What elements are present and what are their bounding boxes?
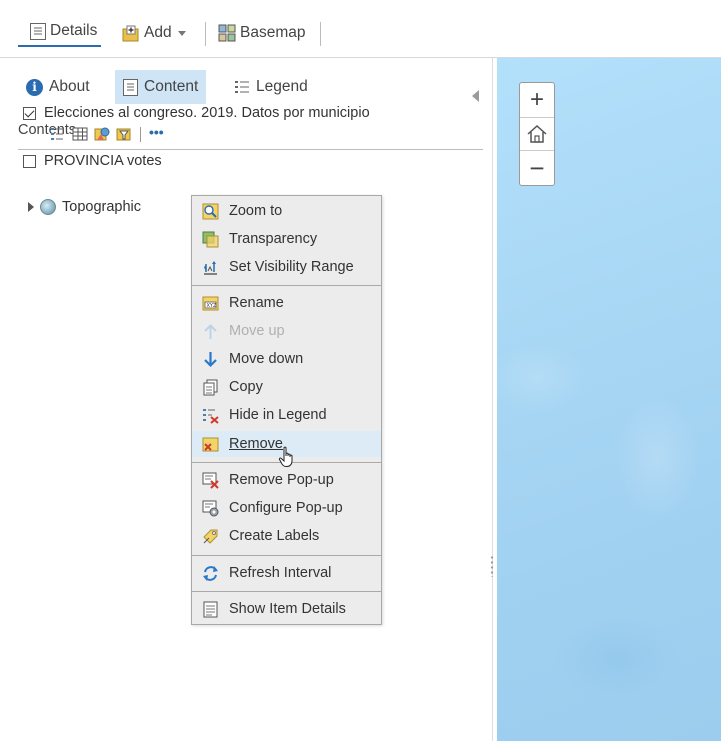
menu-item-label: Refresh Interval xyxy=(229,565,332,581)
toolbar-divider xyxy=(205,22,206,46)
menu-item-remove-popup[interactable]: Remove Pop-up xyxy=(192,467,381,493)
menu-divider xyxy=(192,285,381,286)
refresh-icon xyxy=(202,565,219,582)
change-style-icon[interactable] xyxy=(94,126,110,142)
arrow-down-icon xyxy=(202,351,219,368)
add-button[interactable]: Add xyxy=(122,20,186,46)
menu-item-label: Transparency xyxy=(229,231,318,247)
menu-item-set-visibility-range[interactable]: Set Visibility Range xyxy=(192,254,381,280)
content-icon xyxy=(123,78,138,96)
hand-pointer-icon xyxy=(278,446,298,468)
layer-name: PROVINCIA votes xyxy=(44,153,162,169)
arrow-up-icon xyxy=(202,323,219,340)
menu-item-transparency[interactable]: Transparency xyxy=(192,226,381,252)
contents-divider xyxy=(18,149,483,150)
info-icon: i xyxy=(26,78,43,96)
tab-content[interactable]: Content xyxy=(115,70,207,104)
layer-name: Topographic xyxy=(62,199,141,215)
menu-item-label: Zoom to xyxy=(229,203,283,219)
add-icon xyxy=(122,25,140,42)
menu-item-label: Move down xyxy=(229,351,304,367)
map-zoom-controls: + − xyxy=(519,82,555,186)
menu-item-copy[interactable]: Copy xyxy=(192,374,381,400)
zoom-out-button[interactable]: − xyxy=(520,151,554,185)
menu-item-label: Show Item Details xyxy=(229,601,346,617)
more-options-icon[interactable]: ••• xyxy=(149,125,164,139)
table-icon[interactable] xyxy=(72,126,88,142)
add-label: Add xyxy=(144,24,172,41)
details-label: Details xyxy=(50,22,98,39)
tab-content-label: Content xyxy=(144,78,199,95)
layer-name: Elecciones al congreso. 2019. Datos por … xyxy=(44,105,370,121)
menu-item-label: Set Visibility Range xyxy=(229,259,354,275)
create-labels-icon xyxy=(202,528,219,545)
tools-divider xyxy=(140,126,141,142)
basemap-label: Basemap xyxy=(240,24,306,41)
tab-about-label: About xyxy=(49,78,90,95)
layer-tools: ••• xyxy=(50,125,164,143)
menu-item-label: Hide in Legend xyxy=(229,407,327,423)
menu-item-refresh-interval[interactable]: Refresh Interval xyxy=(192,560,381,586)
menu-item-rename[interactable]: XYZ Rename xyxy=(192,290,381,316)
chevron-down-icon xyxy=(177,30,186,36)
menu-item-label: Create Labels xyxy=(229,528,320,544)
details-icon xyxy=(30,22,46,40)
menu-item-create-labels[interactable]: Create Labels xyxy=(192,523,381,549)
tab-legend[interactable]: Legend xyxy=(226,70,316,104)
resize-grip-icon[interactable] xyxy=(490,555,494,577)
globe-icon xyxy=(40,199,56,215)
basemap-layer-item[interactable]: Topographic xyxy=(28,199,141,215)
panel-tabs: i About Content Legend xyxy=(8,70,493,104)
menu-item-zoom-to[interactable]: Zoom to xyxy=(192,198,381,224)
legend-icon xyxy=(234,79,250,95)
layer-item[interactable]: PROVINCIA votes xyxy=(23,153,162,169)
basemap-icon xyxy=(218,24,236,42)
menu-item-label: Rename xyxy=(229,295,284,311)
zoom-in-button[interactable]: + xyxy=(520,83,554,117)
remove-icon xyxy=(202,436,219,453)
home-icon xyxy=(527,124,547,143)
layer-context-menu: Zoom to Transparency Set Visibility Rang… xyxy=(191,195,382,625)
menu-item-label: Copy xyxy=(229,379,263,395)
visibility-range-icon xyxy=(202,259,219,276)
toolbar-divider xyxy=(320,22,321,46)
home-button[interactable] xyxy=(520,117,554,151)
layer-visibility-checkbox[interactable] xyxy=(23,106,36,120)
tab-legend-label: Legend xyxy=(256,78,308,95)
transparency-icon xyxy=(202,231,219,248)
rename-icon: XYZ xyxy=(202,295,219,312)
expand-triangle-icon[interactable] xyxy=(28,202,34,212)
copy-icon xyxy=(202,379,219,396)
show-legend-icon[interactable] xyxy=(50,126,66,142)
menu-item-label: Configure Pop-up xyxy=(229,500,343,516)
zoom-to-icon xyxy=(202,203,219,220)
minus-icon: − xyxy=(529,152,545,183)
item-details-icon xyxy=(202,601,219,618)
menu-divider xyxy=(192,591,381,592)
remove-popup-icon xyxy=(202,472,219,489)
menu-item-move-up[interactable]: Move up xyxy=(192,318,381,344)
basemap-button[interactable]: Basemap xyxy=(218,20,305,46)
filter-icon[interactable] xyxy=(116,126,132,142)
details-button[interactable]: Details xyxy=(18,17,102,47)
hide-legend-icon xyxy=(202,407,219,424)
collapse-panel-icon[interactable] xyxy=(472,90,479,102)
layer-item[interactable]: Elecciones al congreso. 2019. Datos por … xyxy=(23,105,370,121)
menu-item-move-down[interactable]: Move down xyxy=(192,346,381,372)
menu-item-label: Remove xyxy=(229,436,283,452)
top-toolbar: Details Add Basemap xyxy=(0,0,721,58)
tab-about[interactable]: i About xyxy=(18,70,98,104)
menu-divider xyxy=(192,555,381,556)
menu-item-show-item-details[interactable]: Show Item Details xyxy=(192,596,381,622)
menu-item-configure-popup[interactable]: Configure Pop-up xyxy=(192,495,381,521)
plus-icon: + xyxy=(529,86,544,113)
svg-text:XYZ: XYZ xyxy=(207,303,217,309)
configure-popup-icon xyxy=(202,500,219,517)
layer-visibility-checkbox[interactable] xyxy=(23,154,36,168)
menu-item-label: Move up xyxy=(229,323,285,339)
menu-item-hide-in-legend[interactable]: Hide in Legend xyxy=(192,402,381,428)
menu-item-label: Remove Pop-up xyxy=(229,472,334,488)
